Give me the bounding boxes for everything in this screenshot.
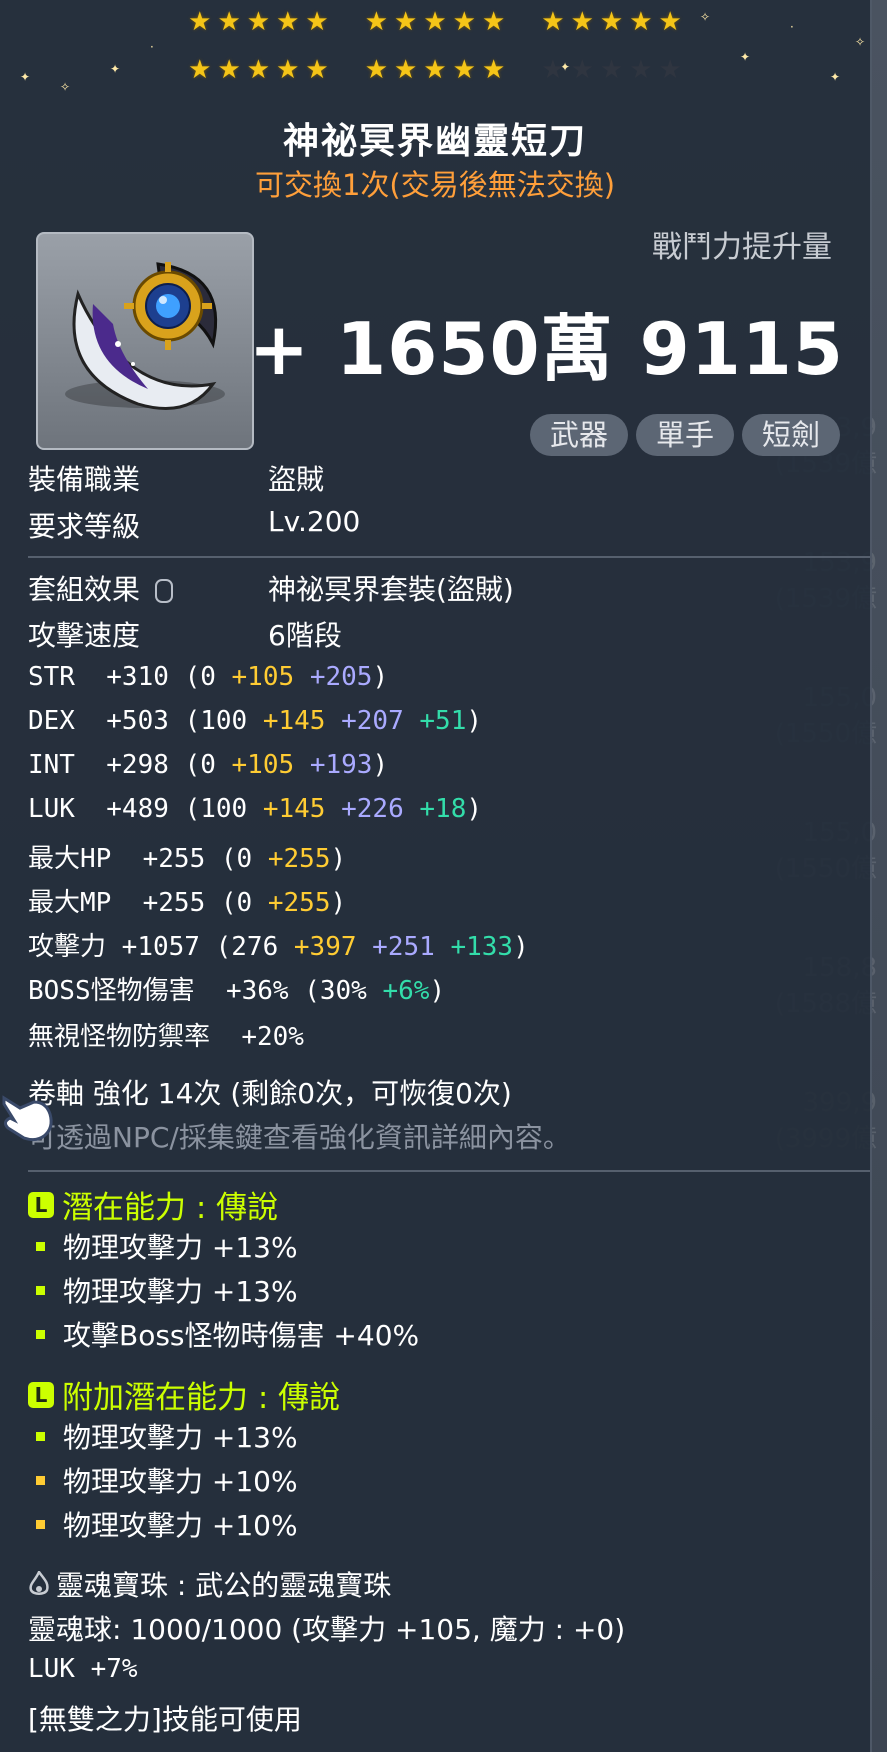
stat-row-dex: DEX +503 (100 +145 +207 +51)	[28, 706, 483, 736]
soul-luk-line: LUK +7%	[28, 1654, 138, 1684]
item-tooltip: ✦ ✧ ✦ · ✦ ✧ ✦ · ✦ ✧ ★ ★ ★ ★ ★ ★ ★ ★ ★ ★ ★ ★ ★ ★ ★ ★ ★…	[0, 0, 872, 1752]
bullet-icon	[36, 1285, 45, 1295]
bullet-icon	[36, 1475, 45, 1485]
legendary-badge-icon: L	[28, 1381, 54, 1408]
hand-cursor-icon	[2, 1095, 53, 1142]
star-force-row-1: ★ ★ ★ ★ ★ ★ ★ ★ ★ ★ ★ ★ ★ ★ ★	[188, 7, 682, 37]
bonus-potential-line-3: 物理攻擊力 +10%	[36, 1504, 298, 1544]
item-name: 神祕冥界幽靈短刀	[282, 121, 587, 162]
soul-title-row: 靈魂寶珠 : 武公的靈魂寶珠	[28, 1564, 391, 1604]
soul-skill-line: [無雙之力]技能可使用	[28, 1703, 302, 1736]
divider	[28, 1170, 870, 1172]
tag-dagger: 短劍	[741, 414, 840, 456]
set-effect-row: 套組效果 神祕冥界套裝(盜賊)	[28, 573, 514, 606]
trade-note: 可交換1次(交易後無法交換)	[254, 168, 616, 202]
bonus-potential-header: L 附加潛在能力 : 傳說	[28, 1372, 340, 1417]
stat-row-luk: LUK +489 (100 +145 +226 +18)	[28, 794, 483, 824]
bullet-icon	[36, 1241, 45, 1251]
scroll-upgrade-line: 卷軸 強化 14次 (剩餘0次，可恢復0次)	[28, 1077, 512, 1110]
stat-row-boss-damage: BOSS怪物傷害 +36% (30% +6%)	[28, 976, 446, 1006]
attack-speed-row: 攻擊速度 6階段	[28, 619, 342, 652]
stat-row-int: INT +298 (0 +105 +193)	[28, 750, 389, 780]
stat-row-str: STR +310 (0 +105 +205)	[28, 662, 389, 692]
bullet-icon	[36, 1519, 45, 1529]
job-row: 裝備職業 盜賊	[28, 463, 325, 496]
dagger-icon	[65, 262, 225, 410]
potential-line-1: 物理攻擊力 +13%	[36, 1226, 298, 1266]
scroll-hint: 可透過NPC/採集鍵查看強化資訊詳細內容。	[28, 1121, 571, 1154]
soul-orb-line: 靈魂球: 1000/1000 (攻擊力 +105, 魔力 : +0)	[28, 1613, 626, 1646]
bullet-icon	[36, 1329, 45, 1339]
potential-header: L 潛在能力 : 傳說	[28, 1182, 278, 1227]
bonus-potential-line-1: 物理攻擊力 +13%	[36, 1416, 298, 1456]
stat-row-attack: 攻擊力 +1057 (276 +397 +251 +133)	[28, 932, 529, 962]
flame-icon	[29, 1571, 49, 1595]
combat-power-value: + 1650萬 9115	[248, 307, 844, 391]
stat-row-ignore-defense: 無視怪物防禦率 +20%	[28, 1022, 304, 1052]
tag-one-handed: 單手	[635, 414, 734, 456]
legendary-badge-icon: L	[28, 1191, 54, 1218]
level-row: 要求等級 Lv.200	[28, 505, 361, 543]
mouse-icon	[154, 579, 173, 603]
stat-row-max-hp: 最大HP +255 (0 +255)	[28, 844, 347, 874]
item-icon-frame	[36, 232, 254, 450]
stat-row-max-mp: 最大MP +255 (0 +255)	[28, 888, 347, 918]
item-tags: 武器 單手 短劍	[529, 414, 840, 456]
bullet-icon	[36, 1431, 45, 1441]
divider	[28, 556, 870, 558]
combat-power-label: 戰鬥力提升量	[652, 230, 832, 265]
bonus-potential-line-2: 物理攻擊力 +10%	[36, 1460, 298, 1500]
star-force-row-2: ★ ★ ★ ★ ★ ★ ★ ★ ★ ★ ★ ★ ★ ★ ★	[188, 55, 682, 85]
tag-weapon: 武器	[529, 414, 628, 456]
potential-line-3: 攻擊Boss怪物時傷害 +40%	[36, 1314, 419, 1354]
potential-line-2: 物理攻擊力 +13%	[36, 1270, 298, 1310]
